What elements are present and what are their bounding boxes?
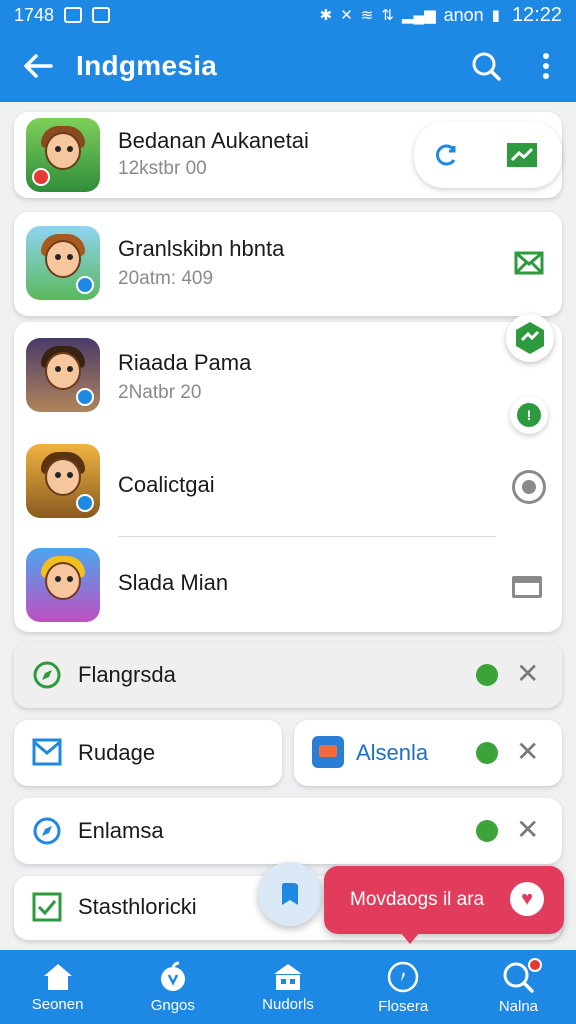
list-item-row[interactable]: Slada Mian xyxy=(14,538,562,630)
featured-item-subtitle: 12kstbr 00 xyxy=(118,158,207,179)
arrow-left-icon xyxy=(24,54,53,78)
close-icon[interactable]: ✕ xyxy=(516,660,539,688)
checkbox-mail-icon xyxy=(32,738,62,766)
open-chart-button[interactable] xyxy=(506,142,538,173)
nav-item-search[interactable]: Nalna xyxy=(461,950,576,1024)
refresh-button[interactable] xyxy=(426,136,466,174)
bookmark-fab[interactable] xyxy=(258,862,322,926)
edit-icon[interactable] xyxy=(476,820,498,842)
mail-action-button[interactable] xyxy=(514,250,544,281)
app-bar: Indgmesia xyxy=(0,30,576,102)
chat-compass-icon xyxy=(33,817,61,845)
list-item-subtitle: 20atm: 409 xyxy=(118,268,214,289)
share-hex-icon xyxy=(516,322,544,354)
list-item-title: Granlskibn hbnta xyxy=(118,236,285,261)
featured-actions-pill xyxy=(414,122,562,188)
option-row-2[interactable]: Rudage xyxy=(14,720,282,786)
back-button[interactable] xyxy=(0,30,76,102)
edit-icon[interactable] xyxy=(476,742,498,764)
checkbox-checked-icon xyxy=(32,892,62,922)
list-item-title: Riaada Pama xyxy=(118,350,252,375)
sync-button[interactable] xyxy=(512,470,546,504)
notification-badge xyxy=(528,958,543,972)
home-icon xyxy=(43,963,72,990)
mail-open-icon xyxy=(514,251,544,275)
featured-item-thumbnail xyxy=(26,118,100,192)
toast-text: Movdaogs il ara xyxy=(350,889,485,910)
wifi-icon: ≋ xyxy=(360,7,374,24)
more-options-button[interactable] xyxy=(516,30,576,102)
nav-item-models[interactable]: Nudorls xyxy=(230,950,345,1024)
divider xyxy=(118,536,496,537)
list-item-title: Slada Mian xyxy=(118,570,229,595)
tag-icon xyxy=(312,736,344,768)
edit-icon[interactable] xyxy=(476,664,498,686)
refresh-icon xyxy=(436,144,456,166)
status-carrier: anon xyxy=(443,4,484,25)
list-item-row[interactable]: Coalictgai xyxy=(14,428,562,532)
close-icon[interactable]: ✕ xyxy=(516,816,539,844)
option-label: Enlamsa xyxy=(78,818,164,843)
item-thumbnail xyxy=(26,226,100,300)
info-fab[interactable]: ! xyxy=(510,396,548,434)
data-icon: ⇅ xyxy=(381,7,394,24)
message-icon xyxy=(92,7,111,23)
item-thumbnail xyxy=(26,444,100,518)
status-left-text: 1748 xyxy=(14,4,55,25)
item-thumbnail xyxy=(26,338,100,412)
chart-icon xyxy=(507,143,537,167)
search-icon xyxy=(472,52,501,81)
more-vertical-icon xyxy=(543,53,549,79)
apple-icon xyxy=(160,961,185,991)
nav-label: Gngos xyxy=(150,996,195,1014)
status-time: 12:22 xyxy=(511,3,562,26)
nav-label: Nudorls xyxy=(262,995,314,1013)
option-label: Alsenla xyxy=(356,740,429,765)
option-row-4[interactable]: Enlamsa ✕ xyxy=(14,798,562,864)
compass-icon xyxy=(33,661,61,689)
nav-label: Seonen xyxy=(31,995,84,1013)
list-card-2: Riaada Pama 2Natbr 20 Coalictgai Slada M… xyxy=(14,322,562,632)
window-icon xyxy=(515,579,539,583)
bookmark-icon xyxy=(282,883,298,905)
search-button[interactable] xyxy=(456,30,516,102)
share-fab[interactable] xyxy=(506,314,554,362)
building-icon xyxy=(274,963,302,990)
list-card-1[interactable]: Granlskibn hbnta 20atm: 409 xyxy=(14,212,562,316)
option-label: Flangrsda xyxy=(78,662,176,687)
info-icon: ! xyxy=(517,403,541,427)
toast-tail xyxy=(400,932,420,944)
page-title: Indgmesia xyxy=(76,50,218,81)
nav-label: Nalna xyxy=(498,997,539,1015)
list-item-subtitle: 2Natbr 20 xyxy=(118,382,202,403)
toast-notification[interactable]: Movdaogs il ara ♥ xyxy=(324,866,564,944)
option-row-1[interactable]: Flangrsda ✕ xyxy=(14,642,562,708)
list-item-title: Coalictgai xyxy=(118,472,215,497)
vibrate-icon: ✕ xyxy=(340,7,353,24)
item-thumbnail xyxy=(26,548,100,622)
status-bar: 1748 ✱ ✕ ≋ ⇅ ▂▄▆ anon ▮ 12:22 xyxy=(0,0,576,30)
sync-icon xyxy=(522,480,536,494)
option-label: Rudage xyxy=(78,740,156,765)
nav-item-games[interactable]: Gngos xyxy=(115,950,230,1024)
nav-item-explore[interactable]: Flosera xyxy=(346,950,461,1024)
close-icon[interactable]: ✕ xyxy=(516,738,539,766)
bottom-navigation: Seonen Gngos Nudorls Flosera Nalna xyxy=(0,950,576,1024)
nav-label: Flosera xyxy=(378,997,429,1015)
nav-item-home[interactable]: Seonen xyxy=(0,950,115,1024)
list-item-row[interactable]: Riaada Pama 2Natbr 20 xyxy=(14,322,562,422)
battery-icon: ▮ xyxy=(491,7,500,24)
signal-icon: ▂▄▆ xyxy=(401,7,436,24)
compass-nav-icon xyxy=(387,961,419,992)
option-row-3[interactable]: Alsenla ✕ xyxy=(294,720,562,786)
bluetooth-icon: ✱ xyxy=(319,7,333,24)
window-button[interactable] xyxy=(512,576,542,598)
image-icon xyxy=(64,7,83,23)
heart-icon[interactable]: ♥ xyxy=(510,882,544,916)
option-label: Stasthloricki xyxy=(78,894,197,919)
featured-item-title: Bedanan Aukanetai xyxy=(118,128,309,153)
